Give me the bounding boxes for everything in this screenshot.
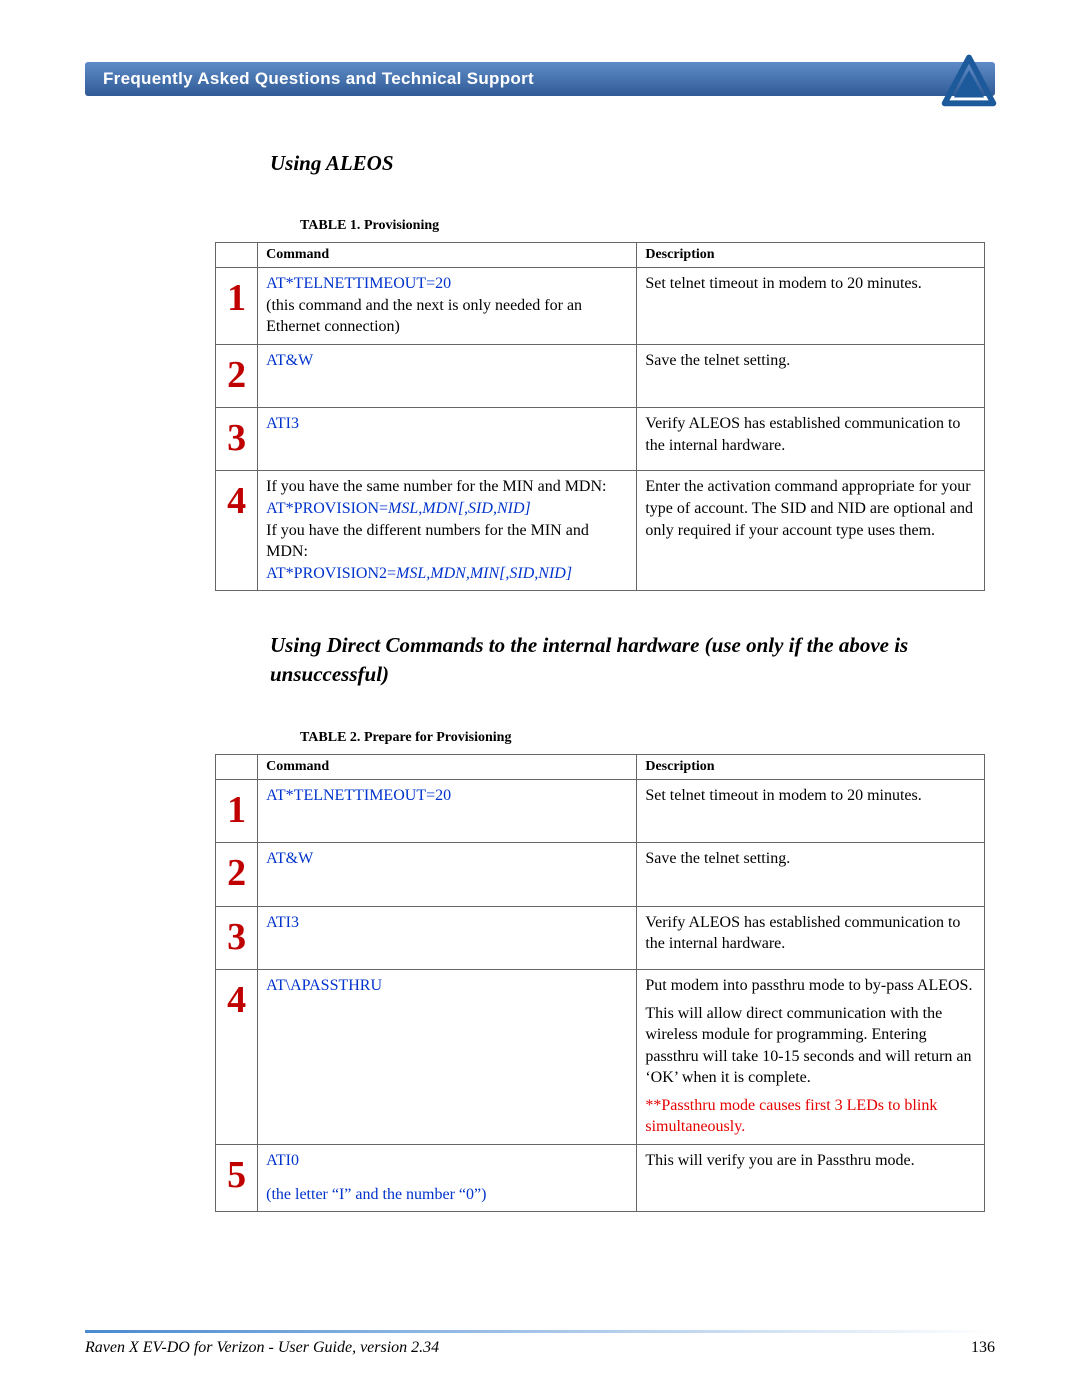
footer-divider xyxy=(85,1330,995,1333)
table-prepare-provisioning: Command Description 1 AT*TELNETTIMEOUT=2… xyxy=(215,754,985,1212)
table-row: 2 AT&W Save the telnet setting. xyxy=(216,344,985,407)
table-row: 4 AT\APASSTHRU Put modem into passthru m… xyxy=(216,969,985,1144)
table-provisioning: Command Description 1 AT*TELNETTIMEOUT=2… xyxy=(215,242,985,591)
table1-head-description: Description xyxy=(637,243,985,268)
brand-logo-icon xyxy=(940,54,998,112)
footer-page-number: 136 xyxy=(971,1339,995,1357)
footer: Raven X EV-DO for Verizon - User Guide, … xyxy=(85,1330,995,1357)
table2-caption-text: Prepare for Provisioning xyxy=(364,730,512,745)
step-number: 1 xyxy=(216,780,258,843)
table2-caption: TABLE 2. Prepare for Provisioning xyxy=(300,730,995,746)
footer-doc-title: Raven X EV-DO for Verizon - User Guide, … xyxy=(85,1339,439,1357)
table-header-row: Command Description xyxy=(216,243,985,268)
command-text: AT&W xyxy=(266,850,313,867)
step-number: 5 xyxy=(216,1145,258,1212)
command-note: (this command and the next is only neede… xyxy=(266,295,628,338)
step-number: 4 xyxy=(216,471,258,591)
table-header-row: Command Description xyxy=(216,755,985,780)
step-number: 3 xyxy=(216,408,258,471)
command-text: AT*TELNETTIMEOUT=20 xyxy=(266,787,451,804)
header-title: Frequently Asked Questions and Technical… xyxy=(103,69,534,89)
command-text: ATI3 xyxy=(266,914,299,931)
command-note: (the letter “I” and the number “0”) xyxy=(266,1184,628,1206)
description-text: Verify ALEOS has established communicati… xyxy=(637,906,985,969)
section-title-direct-commands: Using Direct Commands to the internal ha… xyxy=(270,631,995,688)
step-number: 4 xyxy=(216,969,258,1144)
command-pretext: If you have the different numbers for th… xyxy=(266,520,628,563)
description-text: Put modem into passthru mode to by-pass … xyxy=(645,975,976,997)
description-text: Verify ALEOS has established communicati… xyxy=(637,408,985,471)
table-row: 2 AT&W Save the telnet setting. xyxy=(216,843,985,906)
table-row: 1 AT*TELNETTIMEOUT=20 Set telnet timeout… xyxy=(216,780,985,843)
command-pretext: If you have the same number for the MIN … xyxy=(266,476,628,498)
table1-caption-text: Provisioning xyxy=(364,218,439,233)
table-row: 5 ATI0 (the letter “I” and the number “0… xyxy=(216,1145,985,1212)
table2-caption-label: TABLE 2. xyxy=(300,730,364,745)
command-text: AT&W xyxy=(266,352,313,369)
description-text: This will verify you are in Passthru mod… xyxy=(637,1145,985,1212)
table-row: 3 ATI3 Verify ALEOS has established comm… xyxy=(216,408,985,471)
step-number: 2 xyxy=(216,344,258,407)
header-bar: Frequently Asked Questions and Technical… xyxy=(85,62,995,96)
description-text: Set telnet timeout in modem to 20 minute… xyxy=(637,268,985,345)
step-number: 3 xyxy=(216,906,258,969)
description-text: This will allow direct communication wit… xyxy=(645,1003,976,1089)
description-text: Enter the activation command appropriate… xyxy=(637,471,985,591)
table1-head-command: Command xyxy=(258,243,637,268)
description-text: Save the telnet setting. xyxy=(637,344,985,407)
description-text: Save the telnet setting. xyxy=(637,843,985,906)
command-text: ATI0 xyxy=(266,1150,628,1172)
command-text: AT\APASSTHRU xyxy=(266,977,382,994)
command-text: ATI3 xyxy=(266,415,299,432)
description-text: Set telnet timeout in modem to 20 minute… xyxy=(637,780,985,843)
table1-caption: TABLE 1. Provisioning xyxy=(300,218,995,234)
table2-head-description: Description xyxy=(637,755,985,780)
step-number: 1 xyxy=(216,268,258,345)
table1-caption-label: TABLE 1. xyxy=(300,218,364,233)
page: Frequently Asked Questions and Technical… xyxy=(0,0,1080,1397)
table-row: 4 If you have the same number for the MI… xyxy=(216,471,985,591)
command-text: AT*PROVISION=MSL,MDN[,SID,NID] xyxy=(266,498,628,520)
table-row: 1 AT*TELNETTIMEOUT=20 (this command and … xyxy=(216,268,985,345)
section-title-using-aleos: Using ALEOS xyxy=(270,151,995,176)
command-text: AT*PROVISION2=MSL,MDN,MIN[,SID,NID] xyxy=(266,563,628,585)
description-warning: **Passthru mode causes first 3 LEDs to b… xyxy=(645,1095,976,1138)
table-row: 3 ATI3 Verify ALEOS has established comm… xyxy=(216,906,985,969)
table2-head-command: Command xyxy=(258,755,637,780)
command-text: AT*TELNETTIMEOUT=20 xyxy=(266,273,628,295)
step-number: 2 xyxy=(216,843,258,906)
